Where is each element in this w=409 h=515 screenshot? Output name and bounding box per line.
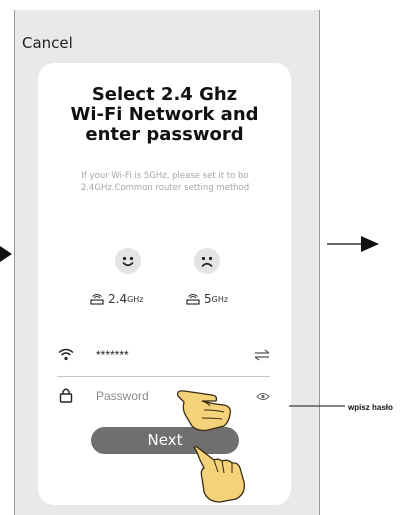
band-label-main: 5: [204, 292, 212, 306]
band-label-unit: GHz: [211, 294, 229, 304]
left-flow-arrow: [0, 246, 12, 262]
switch-network-icon[interactable]: [254, 349, 270, 361]
band-2-4ghz: 2.4 GHz: [90, 292, 144, 306]
page-title: Select 2.4 Ghz Wi-Fi Network and enter p…: [38, 85, 291, 145]
wifi-hint-text: If your Wi-Fi is 5GHz, please set it to …: [80, 171, 250, 193]
router-icon: [186, 294, 200, 305]
sad-face-icon: [194, 248, 220, 274]
password-input[interactable]: Password: [96, 389, 149, 403]
lock-icon: [59, 388, 73, 403]
band-label-unit: GHz: [127, 294, 144, 304]
title-line-3: enter password: [85, 124, 244, 145]
password-field[interactable]: Password: [58, 383, 270, 409]
eye-icon[interactable]: [256, 392, 270, 401]
band-5ghz: 5 GHz: [186, 292, 228, 306]
wifi-icon: [58, 348, 74, 361]
band-label-main: 2.4: [108, 292, 128, 306]
wifi-network-value: *******: [96, 348, 129, 362]
title-line-2: Wi-Fi Network and: [70, 104, 259, 125]
annotation-line: [289, 405, 345, 407]
field-divider: [57, 376, 270, 377]
happy-face-icon: [115, 248, 141, 274]
pointing-hand-icon: [193, 446, 245, 503]
annotation-label: wpisz hasło: [348, 403, 393, 412]
pointing-hand-icon: [176, 390, 232, 432]
title-line-1: Select 2.4 Ghz: [91, 84, 238, 105]
right-flow-arrow: [327, 236, 379, 252]
wifi-network-field[interactable]: *******: [58, 342, 270, 368]
router-icon: [90, 294, 104, 305]
cancel-button[interactable]: Cancel: [22, 34, 73, 52]
